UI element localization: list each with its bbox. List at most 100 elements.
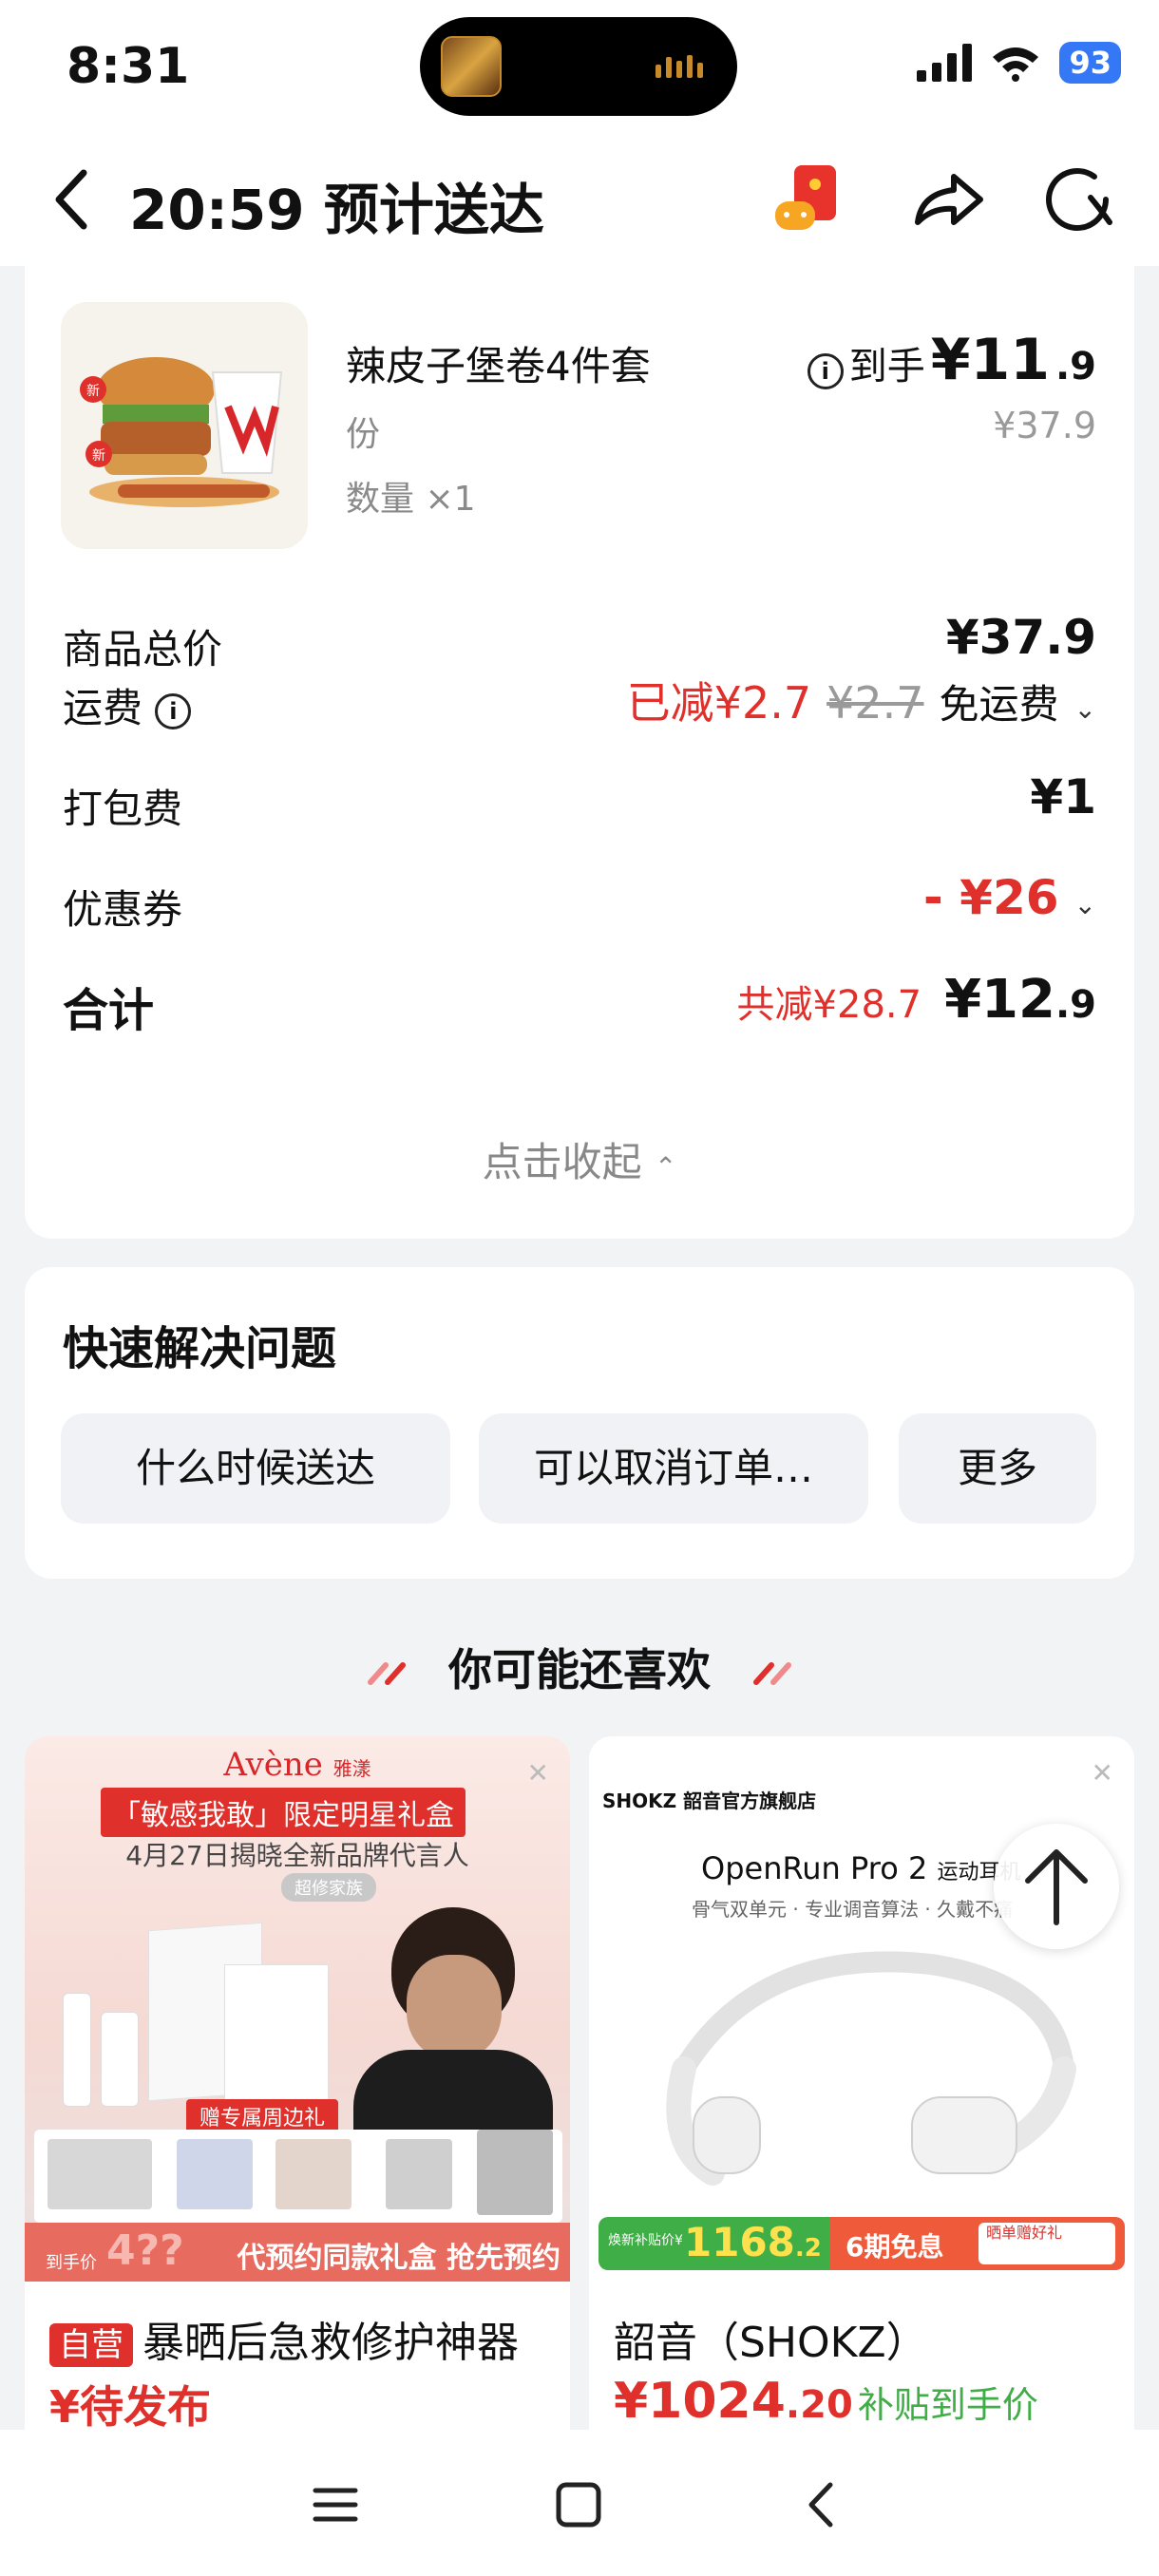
recommend-heading: 你可能还喜欢 (0, 1636, 1159, 1698)
chevron-up-icon: ⌃ (654, 1151, 677, 1183)
customer-service-icon[interactable] (1037, 160, 1117, 239)
quick-help-title: 快速解决问题 (63, 1322, 337, 1375)
coupon-label: 优惠券 (63, 886, 183, 933)
headphones-image (666, 1951, 1076, 2186)
final-price-integer: ¥11 (930, 327, 1050, 393)
status-time: 8:31 (66, 38, 190, 95)
brand-name-cn: 雅漾 (332, 1757, 371, 1780)
decor-stripes-icon (753, 1661, 792, 1685)
gift-items-strip (34, 2130, 562, 2223)
subsidy-price: 1168 (684, 2219, 795, 2265)
close-icon[interactable]: ✕ (1092, 1757, 1113, 1789)
product-price: ¥1024.20 补贴到手价 (614, 2373, 1038, 2430)
store-name: SHOKZ 韶音官方旗舰店 (602, 1790, 817, 1812)
gift-label: 赠专属周边礼 (186, 2099, 339, 2133)
red-envelope-game-icon[interactable] (770, 160, 849, 239)
packing-fee-label: 打包费 (63, 786, 183, 832)
product-banner-shokz: SHOKZ 韶音官方旗舰店 OpenRun Pro 2 运动耳机 骨气双单元 ·… (589, 1736, 1134, 2282)
product-thumbnail[interactable]: 新 新 (61, 302, 308, 549)
chevron-down-icon: ⌄ (1074, 693, 1096, 725)
collapse-toggle[interactable]: 点击收起 ⌃ (25, 1130, 1134, 1188)
back-icon[interactable] (788, 2472, 855, 2538)
self-operated-badge: 自营 (49, 2323, 133, 2367)
app-header: 20:59 预计送达 (0, 133, 1159, 266)
banner-headline: 「敏感我敢」限定明星礼盒 (101, 1788, 466, 1837)
price-integer: ¥1024 (614, 2373, 786, 2430)
product-name: 韶音（SHOKZ） (614, 2319, 928, 2367)
scroll-to-top-button[interactable] (994, 1824, 1119, 1949)
quick-help-card: 快速解决问题 什么时候送达 可以取消订单… 更多 (25, 1267, 1134, 1579)
total-reduced: 共减¥28.7 (736, 983, 922, 1027)
original-price: ¥37.9 (993, 405, 1096, 446)
total-integer: ¥12 (944, 969, 1055, 1031)
product-price: ¥待发布 (49, 2381, 212, 2433)
delivery-original: ¥2.7 (826, 677, 924, 729)
celebrity-portrait (353, 1907, 553, 2145)
delivery-reduced: 已减¥2.7 (626, 677, 812, 729)
final-price: i 到手 ¥11.9 (807, 327, 1096, 393)
back-arrow-icon[interactable] (46, 167, 99, 232)
product-unit: 份 (346, 415, 381, 454)
chevron-down-icon: ⌄ (1074, 889, 1096, 920)
cellular-signal-icon (917, 44, 973, 82)
menu-icon[interactable] (302, 2472, 369, 2538)
coupon-row[interactable]: 优惠券 - ¥26 ⌄ (63, 870, 1096, 937)
wifi-icon (993, 47, 1039, 82)
preorder-bar: 到手价 4?? 代预约同款礼盒 抢先预约 (25, 2223, 570, 2282)
battery-indicator: 93 (1059, 42, 1121, 84)
price-decimal: .20 (785, 2383, 853, 2427)
product-name: 暴晒后急救修护神器 (142, 2319, 519, 2367)
subtotal-row: 商品总价 ¥37.9 (63, 610, 1096, 676)
quick-chip-more[interactable]: 更多 (899, 1413, 1096, 1524)
info-icon[interactable]: i (155, 692, 192, 729)
packing-fee-value: ¥1 (1030, 769, 1096, 824)
packing-fee-row: 打包费 ¥1 (63, 769, 1096, 836)
final-price-label: 到手 (848, 345, 925, 388)
final-price-decimal: .9 (1054, 345, 1096, 388)
preorder-text: 代预约同款礼盒 抢先预约 (237, 2242, 560, 2275)
total-row: 合计 共减¥28.7 ¥12.9 (63, 969, 1096, 1037)
subsidy-bar: 焕新补贴价¥ 1168.2 6期免息 晒单赠好礼 (598, 2217, 1125, 2270)
price-note: 补贴到手价 (857, 2384, 1038, 2426)
system-nav-bar (0, 2430, 1159, 2576)
model-name: OpenRun Pro 2 (701, 1850, 928, 1886)
coupon-value: - ¥26 (923, 870, 1059, 925)
share-icon[interactable] (908, 160, 988, 239)
order-summary-card: 新 新 辣皮子堡卷4件套 份 数量 ×1 i 到手 ¥11.9 ¥37.9 商品… (25, 266, 1134, 1239)
gift-badge: 晒单赠好礼 (978, 2223, 1115, 2264)
subsidy-label: 焕新补贴价¥ (608, 2233, 683, 2248)
status-bar: 8:31 93 (0, 0, 1159, 133)
price-tag-value: 4?? (106, 2226, 184, 2275)
product-name: 辣皮子堡卷4件套 (346, 343, 651, 389)
audio-wave-icon (656, 55, 709, 78)
page-title: 20:59 预计送达 (129, 178, 544, 242)
close-icon[interactable]: ✕ (527, 1757, 549, 1789)
price-tag-label: 到手价 (46, 2253, 97, 2273)
recommend-title: 你可能还喜欢 (448, 1644, 711, 1695)
free-delivery-label: 免运费 (939, 681, 1059, 728)
subtotal-label: 商品总价 (63, 626, 223, 672)
burger-image: 新 新 (80, 357, 283, 507)
feature-line: 骨气双单元 · 专业调音算法 · 久戴不痛 (692, 1898, 1014, 1921)
product-title: 自营 暴晒后急救修护神器 (49, 2308, 519, 2369)
quick-chip-delivery-time[interactable]: 什么时候送达 (61, 1413, 450, 1524)
info-icon[interactable]: i (807, 353, 844, 389)
installment-label: 6期免息 (846, 2231, 944, 2263)
total-decimal: .9 (1054, 983, 1096, 1027)
banner-pill: 超修家族 (281, 1873, 376, 1902)
subsidy-price-decimal: .2 (794, 2234, 822, 2263)
skincare-products-image (63, 1907, 338, 2116)
quick-chip-cancel-order[interactable]: 可以取消订单… (479, 1413, 868, 1524)
dynamic-island[interactable] (420, 17, 737, 116)
banner-subheadline: 4月27日揭晓全新品牌代言人 (125, 1840, 469, 1871)
decor-stripes-icon (367, 1661, 406, 1685)
arrow-up-icon (1025, 1849, 1088, 1925)
brand-logo-avene: Avène (223, 1746, 323, 1784)
svg-text:新: 新 (92, 448, 105, 464)
delivery-fee-row[interactable]: 运费 i 已减¥2.7 ¥2.7 免运费 ⌄ (63, 669, 1096, 735)
total-label: 合计 (63, 984, 155, 1037)
product-quantity: 数量 ×1 (346, 480, 476, 519)
home-icon[interactable] (545, 2472, 612, 2538)
subtotal-value: ¥37.9 (945, 610, 1096, 665)
collapse-label: 点击收起 (482, 1139, 642, 1185)
